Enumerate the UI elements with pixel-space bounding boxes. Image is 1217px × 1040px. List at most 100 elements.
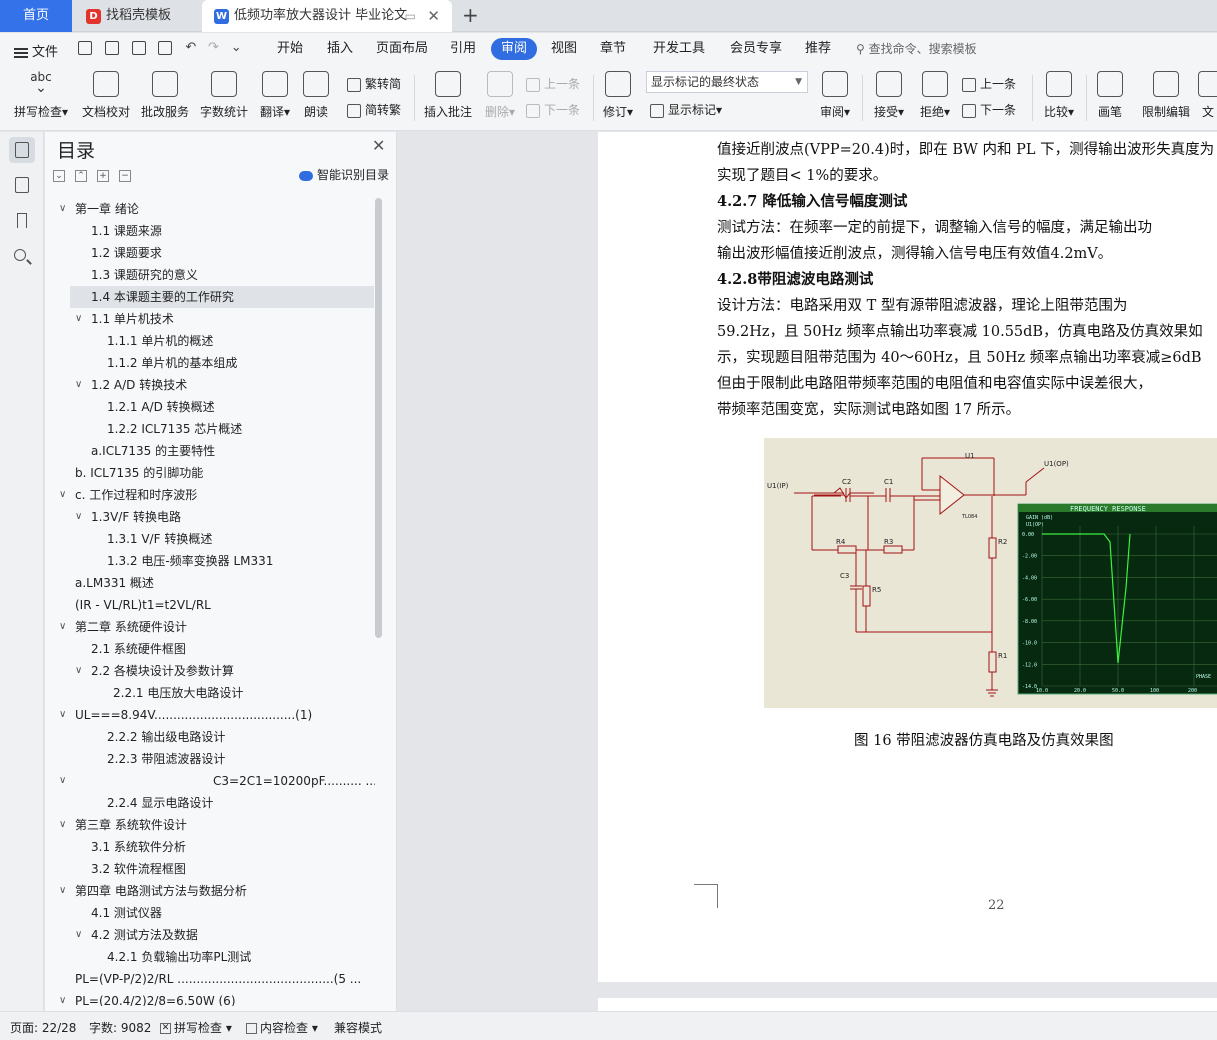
toc-scrollbar[interactable] — [375, 198, 382, 638]
menu-section[interactable]: 章节 — [600, 33, 626, 65]
chevron-down-icon[interactable]: ∨ — [59, 484, 66, 506]
new-tab-button[interactable]: + — [462, 0, 479, 30]
menu-view[interactable]: 视图 — [551, 33, 577, 65]
simp-to-trad-button[interactable]: 简转繁 — [347, 101, 401, 118]
command-search[interactable]: ⚲ 查找命令、搜索模板 — [856, 33, 977, 65]
next-comment-button[interactable]: 下一条 — [526, 101, 580, 118]
toc-item[interactable]: 2.2.1 电压放大电路设计 — [45, 682, 375, 704]
toc-item[interactable]: 4.2.1 负载输出功率PL测试 — [45, 946, 375, 968]
toc-item[interactable]: 2.2.2 输出级电路设计 — [45, 726, 375, 748]
menu-insert[interactable]: 插入 — [327, 33, 353, 65]
chevron-down-icon[interactable]: ∨ — [75, 308, 82, 330]
toc-item[interactable]: ∨ UL===8.94V.............................… — [45, 704, 375, 726]
toc-item[interactable]: ∨ c. 工作过程和时序波形 — [45, 484, 375, 506]
review-pane-button[interactable]: 审阅▾ — [816, 71, 854, 125]
tab-template-store[interactable]: D 找稻壳模板 — [74, 0, 200, 32]
expand-all-icon[interactable]: ⌄ — [53, 170, 65, 182]
collapse-all-icon[interactable]: ⌃ — [75, 170, 87, 182]
export-pdf-icon[interactable] — [104, 40, 119, 55]
toc-item[interactable]: 2.2.4 显示电路设计 — [45, 792, 375, 814]
toc-item[interactable]: ∨ 1.2 A/D 转换技术 — [45, 374, 375, 396]
show-marks-button[interactable]: 显示标记▾ — [650, 101, 722, 118]
doc-proof-button[interactable]: 文档校对 — [80, 71, 132, 125]
customize-chevron-icon[interactable]: ⌄ — [231, 40, 242, 55]
document-rights-button[interactable]: 文 — [1198, 71, 1217, 125]
prev-comment-button[interactable]: 上一条 — [526, 75, 580, 92]
menu-recommend[interactable]: 推荐 — [805, 33, 831, 65]
redo-icon[interactable]: ↷ — [208, 40, 219, 55]
smart-toc-button[interactable]: 智能识别目录 — [299, 166, 389, 183]
add-heading-icon[interactable]: + — [97, 170, 109, 182]
chevron-down-icon[interactable]: ∨ — [59, 880, 66, 902]
toc-item[interactable]: ∨ C3=2C1=10200pF.......... ... — [45, 770, 375, 792]
track-changes-button[interactable]: 修订▾ — [600, 71, 636, 125]
translate-button[interactable]: 翻译▾ — [256, 71, 294, 125]
chevron-down-icon[interactable]: ∨ — [75, 660, 82, 682]
print-icon[interactable] — [131, 40, 146, 55]
spell-check-button[interactable]: abc 拼写检查▾ — [10, 71, 72, 125]
word-count[interactable]: 字数: 9082 — [89, 1019, 151, 1036]
pen-button[interactable]: 画笔 — [1094, 71, 1126, 125]
insert-comment-button[interactable]: 插入批注 — [423, 71, 473, 125]
find-toggle[interactable] — [9, 244, 35, 270]
toc-item[interactable]: ∨ 4.2 测试方法及数据 — [45, 924, 375, 946]
batch-service-button[interactable]: 批改服务 — [140, 71, 190, 125]
toc-item[interactable]: 2.2.3 带阻滤波器设计 — [45, 748, 375, 770]
toc-item[interactable]: ∨ 1.1 单片机技术 — [45, 308, 375, 330]
spell-check-status[interactable]: ✕ 拼写检查 ▾ — [160, 1019, 232, 1036]
close-icon[interactable]: ✕ — [372, 136, 385, 155]
toc-item[interactable]: 2.1 系统硬件框图 — [45, 638, 375, 660]
toc-item[interactable]: ∨ 第一章 绪论 — [45, 198, 375, 220]
chevron-down-icon[interactable]: ∨ — [75, 374, 82, 396]
accept-button[interactable]: 接受▾ — [870, 71, 908, 125]
menu-start[interactable]: 开始 — [277, 33, 303, 65]
toc-item[interactable]: 1.1.1 单片机的概述 — [45, 330, 375, 352]
chevron-down-icon[interactable]: ∨ — [59, 198, 66, 220]
toc-item[interactable]: 1.1 课题来源 — [45, 220, 375, 242]
toc-item[interactable]: 1.2.2 ICL7135 芯片概述 — [45, 418, 375, 440]
toc-item[interactable]: 1.4 本课题主要的工作研究 — [70, 286, 374, 308]
toc-panel-toggle[interactable] — [9, 137, 35, 163]
toc-item[interactable]: 1.2 课题要求 — [45, 242, 375, 264]
toc-item[interactable]: ∨ 第二章 系统硬件设计 — [45, 616, 375, 638]
restrict-editing-button[interactable]: 限制编辑 — [1140, 71, 1192, 125]
menu-developer[interactable]: 开发工具 — [653, 33, 705, 65]
page-indicator[interactable]: 页面: 22/28 — [10, 1019, 76, 1036]
toc-item[interactable]: ∨ 1.3V/F 转换电路 — [45, 506, 375, 528]
chevron-down-icon[interactable]: ∨ — [59, 814, 66, 836]
toc-item[interactable]: 1.3 课题研究的意义 — [45, 264, 375, 286]
remove-heading-icon[interactable]: − — [119, 170, 131, 182]
print-preview-icon[interactable] — [158, 40, 173, 55]
toc-item[interactable]: 3.1 系统软件分析 — [45, 836, 375, 858]
toc-item[interactable]: 4.1 测试仪器 — [45, 902, 375, 924]
toc-item[interactable]: a.ICL7135 的主要特性 — [45, 440, 375, 462]
prev-change-button[interactable]: 上一条 — [962, 75, 1016, 92]
content-check-status[interactable]: 内容检查 ▾ — [246, 1019, 318, 1036]
close-icon[interactable]: ✕ — [427, 0, 440, 32]
toc-item[interactable]: ∨ 第四章 电路测试方法与数据分析 — [45, 880, 375, 902]
chevron-down-icon[interactable]: ∨ — [75, 924, 82, 946]
toc-item[interactable]: (IR - VL/RL)t1=t2VL/RL — [45, 594, 375, 616]
delete-comment-button[interactable]: 删除▾ — [482, 71, 518, 125]
file-menu[interactable]: 文件 — [14, 41, 58, 60]
window-icon[interactable]: ▭ — [405, 0, 416, 32]
compare-button[interactable]: 比较▾ — [1040, 71, 1078, 125]
undo-icon[interactable]: ↶ — [185, 40, 196, 55]
toc-item[interactable]: 1.1.2 单片机的基本组成 — [45, 352, 375, 374]
bookmark-toggle[interactable] — [9, 208, 35, 234]
chapter-nav-toggle[interactable] — [9, 172, 35, 198]
toc-item[interactable]: ∨ PL=(20.4/2)2/8=6.50W (6) — [45, 990, 375, 1006]
word-count-button[interactable]: 字数统计 — [199, 71, 249, 125]
chevron-down-icon[interactable]: ∨ — [59, 616, 66, 638]
tab-document[interactable]: W 低频功率放大器设计 毕业论文 ▭ ✕ — [202, 0, 452, 32]
menu-review[interactable]: 审阅 — [491, 38, 538, 60]
menu-references[interactable]: 引用 — [450, 33, 476, 65]
save-icon[interactable] — [78, 40, 92, 55]
toc-item[interactable]: b. ICL7135 的引脚功能 — [45, 462, 375, 484]
reject-button[interactable]: 拒绝▾ — [916, 71, 954, 125]
toc-item[interactable]: ∨ 第三章 系统软件设计 — [45, 814, 375, 836]
chevron-down-icon[interactable]: ∨ — [59, 770, 66, 792]
chevron-down-icon[interactable]: ∨ — [59, 990, 66, 1006]
toc-item[interactable]: 1.3.2 电压-频率变换器 LM331 — [45, 550, 375, 572]
tab-home[interactable]: 首页 — [0, 0, 72, 32]
